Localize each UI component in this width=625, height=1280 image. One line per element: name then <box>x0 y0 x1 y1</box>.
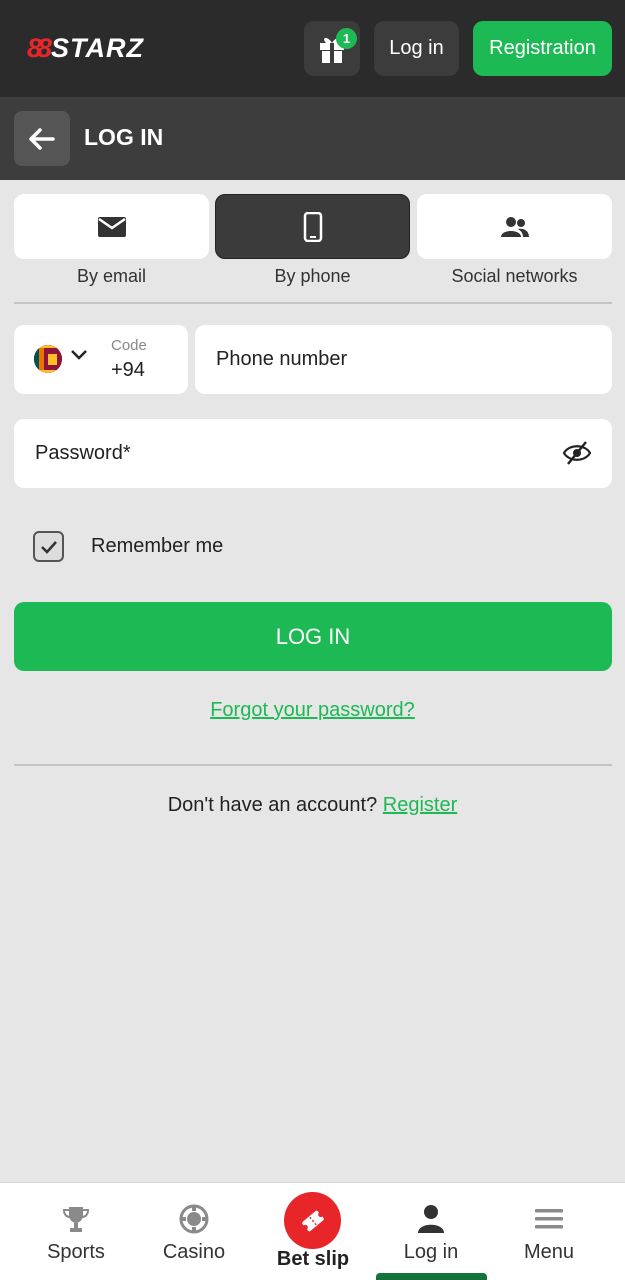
country-code-select[interactable]: Code +94 <box>14 325 188 394</box>
sri-lanka-flag-icon <box>34 345 62 373</box>
back-button[interactable] <box>14 111 70 166</box>
casino-chip-icon <box>179 1204 209 1234</box>
tab-by-phone[interactable] <box>215 194 410 259</box>
phone-field[interactable] <box>195 325 612 394</box>
bet-slip-label[interactable]: Bet slip <box>253 1248 373 1271</box>
password-field[interactable] <box>14 419 612 488</box>
bottom-navigation: Sports Casino Bet slip Log in Menu <box>0 1182 625 1280</box>
gift-button[interactable]: 1 <box>304 21 360 76</box>
nav-label: Menu <box>523 1241 575 1263</box>
login-submit-button[interactable]: LOG IN <box>14 602 612 671</box>
register-link[interactable]: Register <box>383 794 457 816</box>
nav-label: Sports <box>47 1241 105 1263</box>
checkmark-icon <box>40 540 57 554</box>
page-title: LOG IN <box>84 124 164 150</box>
registration-button[interactable]: Registration <box>473 21 612 76</box>
envelope-icon <box>97 216 126 237</box>
nav-bet-slip[interactable] <box>284 1192 341 1249</box>
phone-icon <box>303 211 322 242</box>
trophy-icon <box>62 1207 90 1232</box>
nav-sports[interactable]: Sports <box>36 1183 116 1280</box>
arrow-left-icon <box>29 127 55 150</box>
ticket-icon <box>301 1210 324 1231</box>
brand-logo[interactable]: 88 STARZ <box>27 30 144 66</box>
code-label: Code <box>111 337 147 354</box>
remember-me-checkbox[interactable] <box>33 531 64 562</box>
forgot-password-link[interactable]: Forgot your password? <box>0 699 625 722</box>
nav-casino[interactable]: Casino <box>154 1183 234 1280</box>
active-tab-indicator <box>376 1273 487 1280</box>
phone-number-input[interactable] <box>216 325 596 394</box>
users-icon <box>500 216 529 237</box>
top-bar: 88 STARZ 1 Log in Registration <box>0 0 625 97</box>
tab-label-social[interactable]: Social networks <box>417 266 612 287</box>
logo-text: STARZ <box>51 32 145 63</box>
eye-off-icon[interactable] <box>562 440 592 466</box>
remember-me-label[interactable]: Remember me <box>91 535 223 558</box>
page-header: LOG IN <box>0 97 625 180</box>
divider <box>14 302 612 304</box>
nav-menu[interactable]: Menu <box>509 1183 589 1280</box>
user-icon <box>418 1205 444 1233</box>
chevron-down-icon <box>71 350 87 360</box>
code-value: +94 <box>111 359 145 381</box>
no-account-text: Don't have an account? <box>167 794 378 816</box>
tab-social-networks[interactable] <box>417 194 612 259</box>
hamburger-icon <box>535 1209 563 1229</box>
tab-by-email[interactable] <box>14 194 209 259</box>
tab-label-email[interactable]: By email <box>14 266 209 287</box>
nav-label: Log in <box>403 1241 459 1263</box>
logo-mark: 88 <box>27 32 52 63</box>
tab-label-phone[interactable]: By phone <box>215 266 410 287</box>
divider <box>14 764 612 766</box>
nav-label: Casino <box>162 1241 226 1263</box>
password-input[interactable] <box>35 419 555 488</box>
notification-badge: 1 <box>336 28 357 49</box>
nav-log-in[interactable]: Log in <box>391 1183 471 1280</box>
no-account-row: Don't have an account? Register <box>0 794 625 817</box>
header-login-button[interactable]: Log in <box>374 21 459 76</box>
